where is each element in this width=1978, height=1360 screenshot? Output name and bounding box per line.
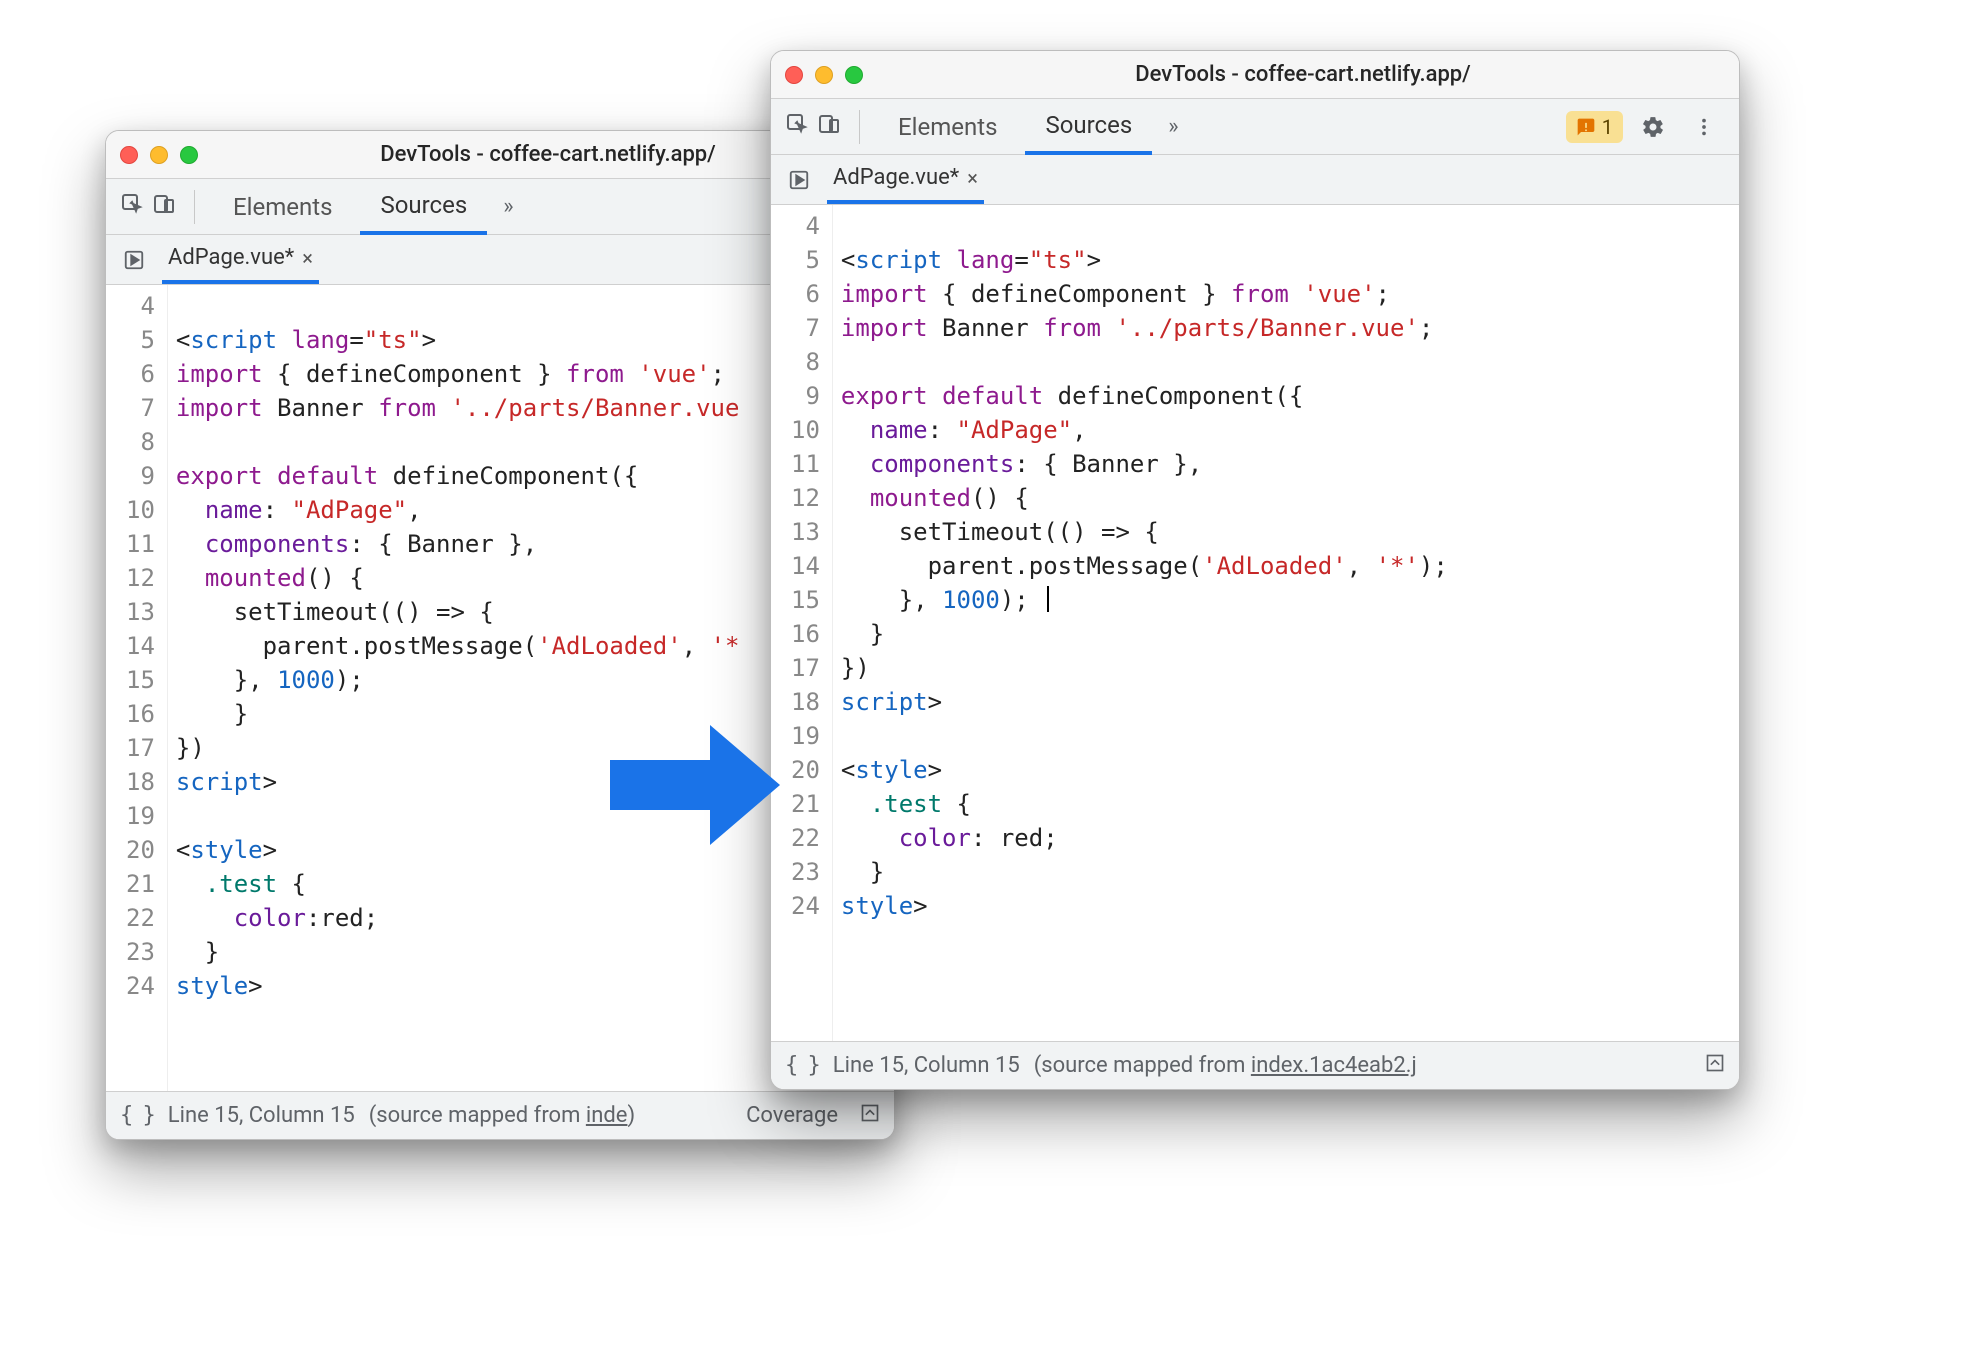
file-tabs: AdPage.vue* × (771, 155, 1739, 205)
pretty-print-icon[interactable]: { } (120, 1103, 154, 1128)
devtools-window-right: DevTools - coffee-cart.netlify.app/ Elem… (770, 50, 1740, 1090)
close-icon[interactable] (785, 66, 803, 84)
main-toolbar: Elements Sources » 1 (771, 99, 1739, 155)
device-toggle-icon[interactable] (152, 192, 176, 222)
expand-icon[interactable] (860, 1103, 880, 1129)
fullscreen-icon[interactable] (180, 146, 198, 164)
settings-icon[interactable] (1631, 115, 1675, 139)
source-map-link[interactable]: index.1ac4eab2.j (1251, 1053, 1417, 1078)
expand-icon[interactable] (1705, 1053, 1725, 1079)
more-tabs-icon[interactable]: » (1160, 114, 1186, 139)
separator (859, 110, 860, 144)
line-gutter: 4 5 6 7 8 9 10 11 12 13 14 15 16 17 18 1… (771, 205, 833, 1041)
source-map-link[interactable]: inde (586, 1103, 628, 1128)
pretty-print-icon[interactable]: { } (785, 1053, 819, 1078)
more-tabs-icon[interactable]: » (495, 194, 521, 219)
tab-sources[interactable]: Sources (1025, 99, 1152, 155)
traffic-lights (785, 66, 863, 84)
resume-icon[interactable] (120, 246, 148, 274)
traffic-lights (120, 146, 198, 164)
statusbar: { } Line 15, Column 15 (source mapped fr… (771, 1041, 1739, 1089)
fullscreen-icon[interactable] (845, 66, 863, 84)
separator (194, 190, 195, 224)
code-editor[interactable]: 4 5 6 7 8 9 10 11 12 13 14 15 16 17 18 1… (771, 205, 1739, 1041)
tab-sources[interactable]: Sources (360, 179, 487, 235)
window-title: DevTools - coffee-cart.netlify.app/ (881, 62, 1725, 87)
close-tab-icon[interactable]: × (302, 246, 313, 270)
file-tab-label: AdPage.vue* (168, 245, 294, 270)
more-menu-icon[interactable] (1683, 116, 1725, 138)
titlebar: DevTools - coffee-cart.netlify.app/ (771, 51, 1739, 99)
line-gutter: 4 5 6 7 8 9 10 11 12 13 14 15 16 17 18 1… (106, 285, 168, 1091)
coverage-tab[interactable]: Coverage (738, 1103, 846, 1128)
close-icon[interactable] (120, 146, 138, 164)
source-mapped-text: (source mapped from index.1ac4eab2.j (1034, 1053, 1417, 1078)
source-mapped-text: (source mapped from inde) (369, 1103, 635, 1128)
resume-icon[interactable] (785, 166, 813, 194)
issues-count: 1 (1602, 115, 1613, 139)
cursor-position: Line 15, Column 15 (168, 1103, 355, 1128)
arrow-icon (610, 720, 780, 850)
issues-badge[interactable]: 1 (1566, 111, 1623, 143)
cursor-position: Line 15, Column 15 (833, 1053, 1020, 1078)
file-tab-adpage[interactable]: AdPage.vue* × (162, 235, 319, 284)
minimize-icon[interactable] (815, 66, 833, 84)
device-toggle-icon[interactable] (817, 112, 841, 142)
inspect-icon[interactable] (120, 192, 144, 222)
tab-elements[interactable]: Elements (878, 101, 1017, 153)
code-content[interactable]: <script lang="ts"> import { defineCompon… (833, 205, 1739, 1041)
file-tab-adpage[interactable]: AdPage.vue* × (827, 155, 984, 204)
close-tab-icon[interactable]: × (967, 166, 978, 190)
inspect-icon[interactable] (785, 112, 809, 142)
tab-elements[interactable]: Elements (213, 181, 352, 233)
statusbar: { } Line 15, Column 15 (source mapped fr… (106, 1091, 894, 1139)
file-tab-label: AdPage.vue* (833, 165, 959, 190)
minimize-icon[interactable] (150, 146, 168, 164)
